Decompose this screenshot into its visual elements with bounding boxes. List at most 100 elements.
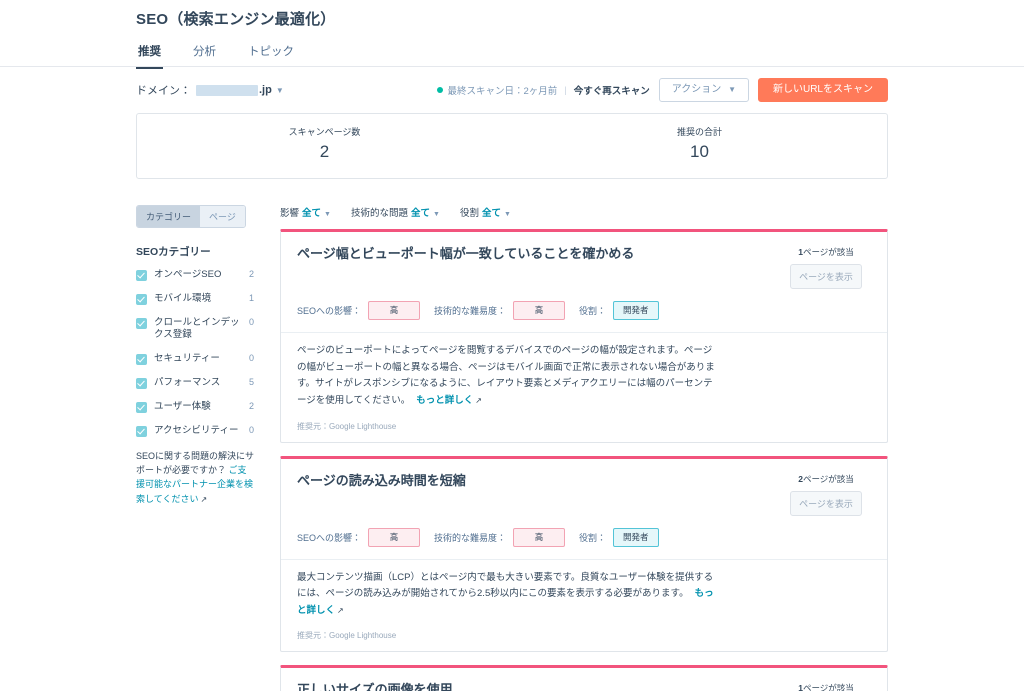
filter-value: 全て: [481, 208, 501, 219]
checkbox-icon[interactable]: [136, 317, 147, 329]
checkbox-icon[interactable]: [136, 425, 147, 437]
sidebar-item-label: アクセシビリティー: [154, 424, 239, 436]
card-divider: [281, 558, 887, 560]
sidebar-item-count: 1: [248, 292, 254, 303]
recommendation-source: 推奨元：Google Lighthouse: [297, 421, 397, 431]
checkbox-icon[interactable]: [136, 378, 147, 390]
sidebar-item-performance[interactable]: パフォーマンス 5: [136, 377, 254, 390]
recommendation-body: 最大コンテンツ描画（LCP）とはページ内で最も大きい要素です。良質なユーザー体験…: [297, 570, 717, 620]
domain-label: ドメイン：: [136, 85, 191, 97]
rescan-now-link[interactable]: 今すぐ再スキャン: [574, 83, 650, 97]
tab-topics[interactable]: トピック: [246, 39, 296, 69]
sidebar-item-count: 0: [248, 316, 254, 327]
filter-technical-issue[interactable]: 技術的な問題 全て ▼: [351, 205, 440, 219]
sidebar-item-label: パフォーマンス: [154, 377, 221, 389]
impact-badge: 高: [368, 301, 421, 321]
view-pages-button[interactable]: ページを表示: [790, 264, 862, 289]
app-header: SEO（検索エンジン最適化） 推奨 分析 トピック: [0, 0, 1024, 69]
meta-impact: SEOへの影響： 高: [297, 527, 421, 547]
recommendation-source: 推奨元：Google Lighthouse: [297, 631, 397, 641]
recommendation-title: 正しいサイズの画像を使用: [297, 682, 453, 691]
filter-bar: 影響 全て ▼ 技術的な問題 全て ▼ 役割 全て ▼: [280, 205, 888, 219]
card-actions: 1ページが該当 ページを表示: [781, 682, 871, 691]
meta-impact: SEOへの影響： 高: [297, 301, 421, 321]
sidebar-item-user-experience[interactable]: ユーザー体験 2: [136, 401, 254, 414]
recommendation-card: ページ幅とビューポート幅が一致していることを確かめる 1ページが該当 ページを表…: [280, 229, 888, 443]
sidebar-item-crawling-indexing[interactable]: クロールとインデックス登録 0: [136, 317, 254, 343]
meta-difficulty: 技術的な難易度： 高: [434, 301, 566, 321]
card-header: 正しいサイズの画像を使用 1ページが該当 ページを表示: [297, 682, 871, 691]
sidebar-item-count: 2: [248, 400, 254, 411]
sidebar-item-accessibility[interactable]: アクセシビリティー 0: [136, 425, 254, 438]
sidebar-item-label: セキュリティー: [154, 353, 220, 365]
stat-scanned-pages: スキャンページ数 2: [137, 114, 512, 178]
card-header: ページの読み込み時間を短縮 2ページが該当 ページを表示: [297, 473, 871, 516]
card-meta-row: SEOへの影響： 高 技術的な難易度： 高 役割： 開発者: [297, 301, 871, 321]
tab-analytics[interactable]: 分析: [191, 39, 218, 69]
sidebar-item-label: オンページSEO: [154, 269, 222, 280]
stat-value: 2: [319, 142, 330, 161]
affected-pages-suffix: ページが該当: [802, 247, 854, 257]
affected-pages-count: 1ページが該当: [781, 246, 871, 258]
sidebar-item-count: 5: [248, 377, 254, 388]
learn-more-link[interactable]: もっと詳しく: [416, 395, 473, 406]
checkbox-icon[interactable]: [136, 293, 147, 305]
actions-button[interactable]: アクション ▼: [658, 78, 749, 102]
meta-difficulty-label: 技術的な難易度：: [434, 306, 507, 317]
filter-label: 技術的な問題: [350, 208, 408, 219]
actions-button-label: アクション: [671, 84, 722, 95]
meta-role-label: 役割：: [579, 306, 607, 317]
difficulty-badge: 高: [513, 301, 566, 321]
recommendation-description: ページのビューポートによってページを閲覧するデバイスでのページの幅が設定されます…: [297, 345, 715, 406]
domain-bar-actions: 最終スキャン日：2ヶ月前 | 今すぐ再スキャン アクション ▼ 新しいURLをス…: [436, 78, 888, 102]
affected-pages-count: 2ページが該当: [781, 473, 871, 485]
checkbox-icon[interactable]: [136, 401, 147, 413]
scan-status: 最終スキャン日：2ヶ月前 | 今すぐ再スキャン: [436, 83, 650, 97]
chevron-down-icon: ▼: [728, 85, 736, 94]
filter-value: 全て: [302, 208, 322, 219]
filter-impact[interactable]: 影響 全て ▼: [280, 205, 331, 219]
stat-value: 10: [690, 142, 709, 161]
difficulty-badge: 高: [513, 527, 566, 547]
toggle-pages[interactable]: ページ: [200, 206, 245, 227]
meta-role: 役割： 開発者: [579, 301, 659, 321]
sidebar-item-security[interactable]: セキュリティー 0: [136, 353, 254, 366]
checkbox-icon[interactable]: [136, 270, 147, 281]
role-badge: 開発者: [613, 301, 659, 321]
chevron-down-icon: ▼: [433, 211, 440, 218]
sidebar-item-label: モバイル環境: [154, 292, 212, 304]
card-actions: 1ページが該当 ページを表示: [781, 246, 871, 289]
filter-label: 影響: [280, 208, 300, 219]
recommendations-list: 影響 全て ▼ 技術的な問題 全て ▼ 役割 全て ▼ ページ幅とビューポート幅が一致してい…: [262, 205, 888, 691]
sidebar-item-count: 2: [248, 269, 254, 279]
meta-role-label: 役割：: [579, 532, 607, 543]
filter-role[interactable]: 役割 全て ▼: [460, 205, 511, 219]
stat-label: スキャンページ数: [288, 127, 361, 137]
sidebar: カテゴリー ページ SEOカテゴリー オンページSEO 2 モバイル環境 1 ク…: [136, 205, 262, 506]
domain-bar: ドメイン： .jp ▼ 最終スキャン日：2ヶ月前 | 今すぐ再スキャン アクショ…: [136, 67, 888, 113]
sidebar-item-count: 0: [248, 353, 254, 364]
scan-new-url-button[interactable]: 新しいURLをスキャン: [757, 78, 888, 102]
toggle-categories[interactable]: カテゴリー: [137, 206, 201, 227]
view-pages-button[interactable]: ページを表示: [790, 490, 862, 516]
sidebar-view-toggle: カテゴリー ページ: [136, 205, 246, 228]
sidebar-item-count: 0: [248, 424, 254, 435]
tab-recommendations[interactable]: 推奨: [136, 39, 163, 69]
external-link-icon: ↗: [337, 605, 344, 615]
meta-impact-label: SEOへの影響：: [297, 532, 362, 543]
recommendation-title: ページ幅とビューポート幅が一致していることを確かめる: [297, 246, 635, 261]
chevron-down-icon: ▼: [324, 211, 331, 218]
seo-recommendations-page: SEO（検索エンジン最適化） 推奨 分析 トピック ドメイン： .jp ▼ 最終…: [0, 0, 1024, 691]
sidebar-item-label: クロールとインデックス登録: [154, 316, 240, 341]
affected-pages-suffix: ページが該当: [802, 473, 854, 484]
summary-stats-card: スキャンページ数 2 推奨の合計 10: [136, 113, 888, 179]
sidebar-item-onpage-seo[interactable]: オンページSEO 2: [136, 269, 254, 282]
domain-value-redacted: [196, 84, 258, 96]
page-title: SEO（検索エンジン最適化）: [136, 11, 336, 28]
sidebar-item-mobile[interactable]: モバイル環境 1: [136, 293, 254, 306]
checkbox-icon[interactable]: [136, 354, 147, 366]
chevron-down-icon[interactable]: ▼: [276, 86, 284, 95]
recommendation-card: ページの読み込み時間を短縮 2ページが該当 ページを表示 SEOへの影響： 高 …: [280, 455, 888, 653]
last-scan-text: 最終スキャン日：2ヶ月前: [447, 86, 558, 97]
card-meta-row: SEOへの影響： 高 技術的な難易度： 高 役割： 開発者: [297, 527, 871, 547]
